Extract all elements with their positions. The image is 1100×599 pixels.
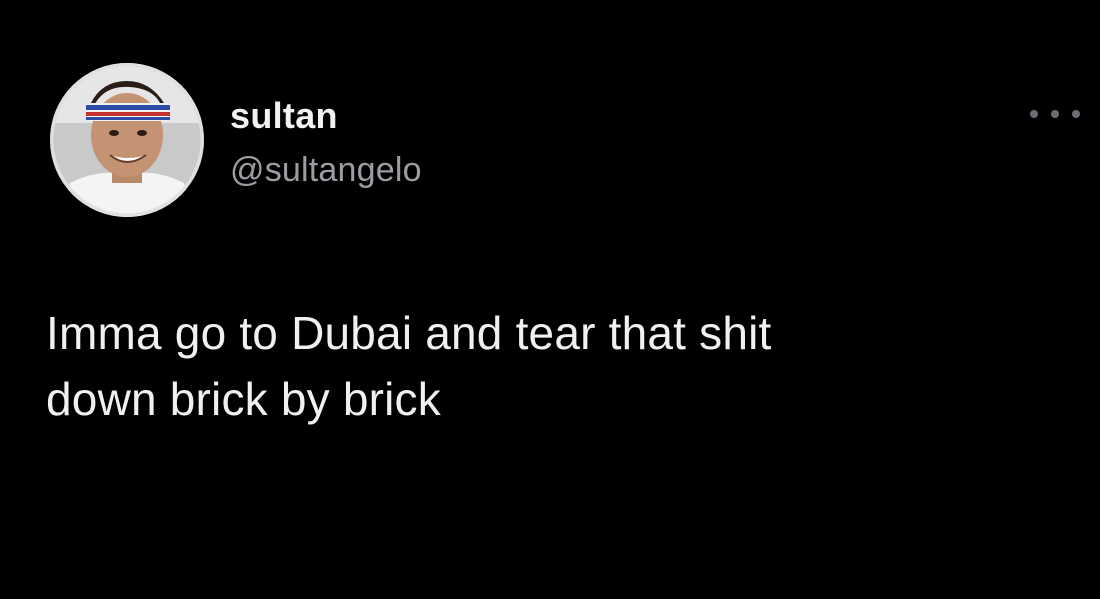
more-dot: [1030, 110, 1038, 118]
display-name[interactable]: sultan: [230, 96, 338, 136]
user-handle[interactable]: @sultangelo: [230, 151, 422, 189]
more-dot: [1051, 110, 1059, 118]
tweet-text: Imma go to Dubai and tear that shit down…: [46, 300, 1046, 432]
avatar[interactable]: [50, 63, 204, 217]
more-dot: [1072, 110, 1080, 118]
tweet-text-line: Imma go to Dubai and tear that shit: [46, 307, 772, 359]
avatar-photo-icon: [50, 63, 204, 217]
tweet-card: sultan @sultangelo Imma go to Dubai and …: [0, 0, 1100, 599]
tweet-text-line: down brick by brick: [46, 373, 441, 425]
more-options-icon[interactable]: [1030, 104, 1080, 124]
